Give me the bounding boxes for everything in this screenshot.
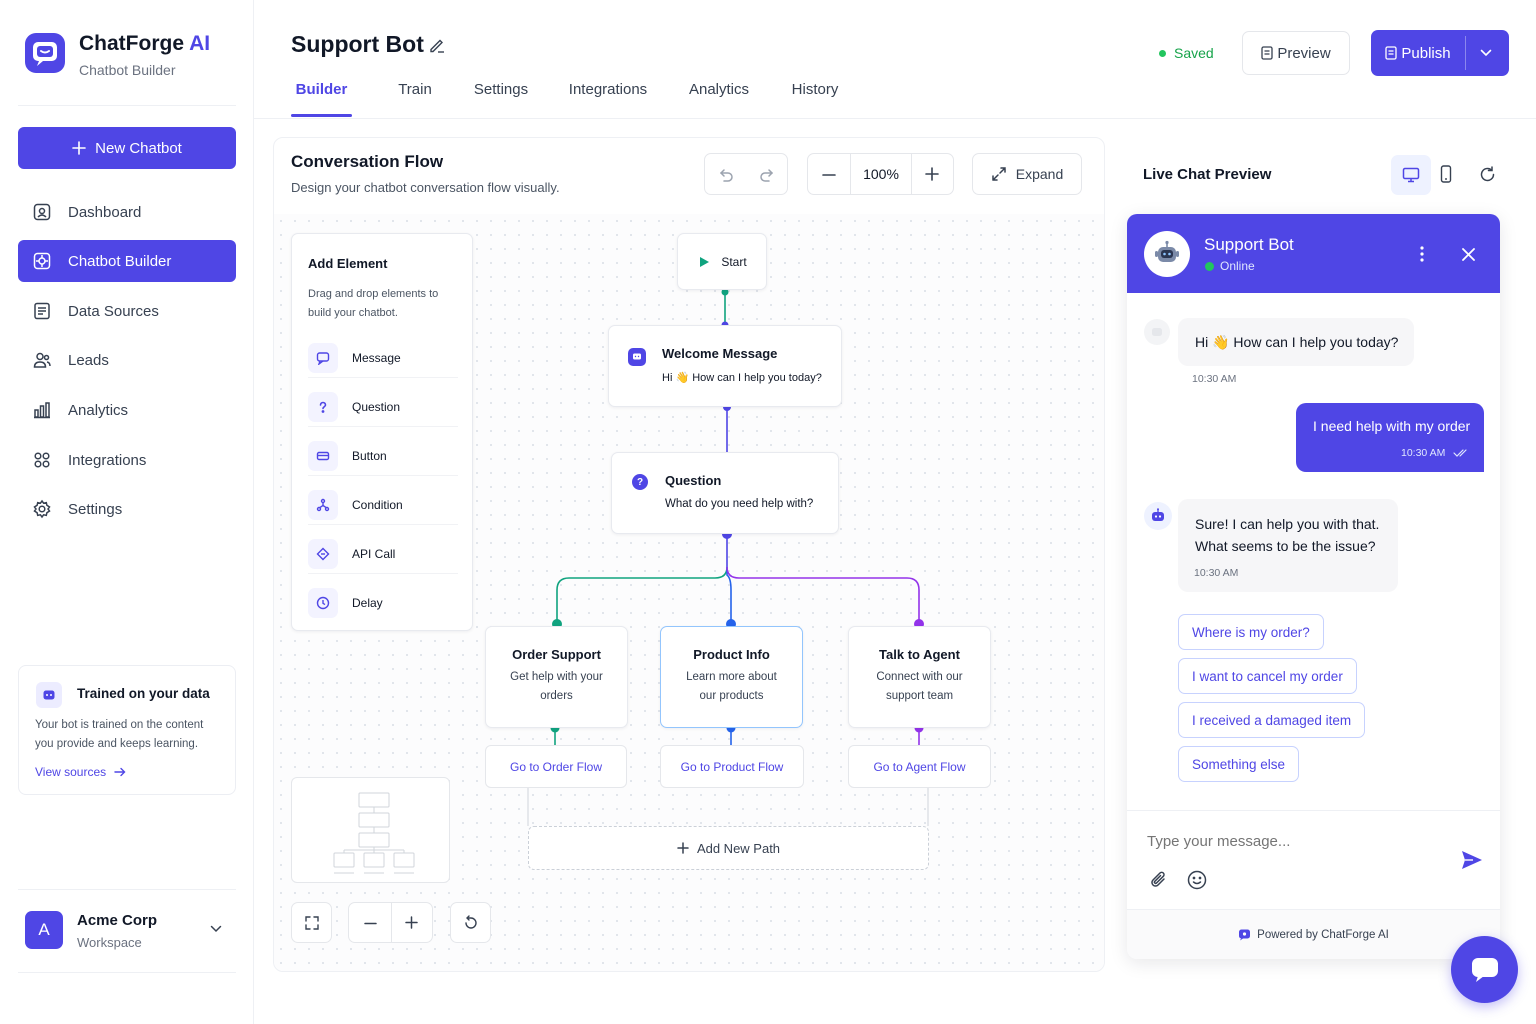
- minimap[interactable]: [291, 777, 450, 883]
- play-icon: [697, 255, 711, 269]
- go-to-product-flow-button[interactable]: Go to Product Flow: [660, 745, 804, 788]
- chat-widget: Support Bot Online Hi 👋 How can I help y…: [1127, 214, 1500, 959]
- element-condition[interactable]: Condition: [308, 485, 458, 525]
- chat-bubble-icon: [1470, 956, 1500, 984]
- online-dot: [1205, 261, 1214, 271]
- reset-view-button[interactable]: [450, 902, 491, 943]
- send-icon[interactable]: [1461, 850, 1483, 870]
- bot-message: Hi 👋 How can I help you today?: [1178, 318, 1414, 366]
- quick-reply[interactable]: I received a damaged item: [1178, 702, 1366, 738]
- zoom-in-icon[interactable]: [404, 915, 419, 930]
- node-title: Product Info: [693, 647, 770, 662]
- start-node[interactable]: Start: [677, 233, 767, 290]
- message-icon: [308, 342, 338, 373]
- element-question[interactable]: Question: [308, 387, 458, 427]
- close-icon[interactable]: [1461, 247, 1476, 262]
- desktop-icon: [1402, 167, 1420, 183]
- refresh-preview-button[interactable]: [1479, 166, 1496, 183]
- node-text: Connect with our support team: [876, 671, 963, 702]
- add-element-title: Add Element: [308, 256, 388, 271]
- branch-node-agent[interactable]: Talk to Agent Connect with our support t…: [848, 626, 991, 728]
- mobile-view-button[interactable]: [1440, 165, 1452, 183]
- quick-reply[interactable]: I want to cancel my order: [1178, 658, 1357, 694]
- refresh-icon: [1479, 166, 1496, 183]
- bot-status: Online: [1205, 259, 1255, 273]
- bot-message: Sure! I can help you with that. What see…: [1178, 499, 1398, 592]
- user-message: I need help with my order 10:30 AM: [1296, 403, 1484, 472]
- quick-reply[interactable]: Something else: [1178, 746, 1300, 782]
- refresh-icon: [463, 914, 479, 931]
- button-icon: [308, 440, 338, 471]
- bot-avatar-small: [1144, 502, 1172, 530]
- element-message[interactable]: Message: [308, 338, 458, 378]
- node-title: Question: [665, 473, 722, 488]
- branch-node-product[interactable]: Product Info Learn more about our produc…: [660, 626, 803, 728]
- node-text: What do you need help with?: [665, 498, 814, 510]
- node-title: Talk to Agent: [879, 647, 960, 662]
- attachment-icon[interactable]: [1150, 870, 1168, 890]
- go-to-agent-flow-button[interactable]: Go to Agent Flow: [848, 745, 991, 788]
- question-node[interactable]: ? Question What do you need help with?: [611, 452, 839, 534]
- node-title: Welcome Message: [662, 346, 778, 361]
- condition-icon: [308, 489, 338, 520]
- canvas-zoom-control: [348, 902, 433, 943]
- message-icon: [628, 348, 646, 366]
- chat-header: Support Bot Online: [1127, 214, 1500, 293]
- fullscreen-icon: [304, 915, 320, 931]
- double-check-icon: [1453, 448, 1469, 458]
- go-to-order-flow-button[interactable]: Go to Order Flow: [485, 745, 627, 788]
- message-time: 10:30 AM: [1192, 373, 1237, 385]
- node-text: Hi 👋 How can I help you today?: [662, 372, 822, 384]
- mobile-icon: [1440, 165, 1452, 183]
- bot-name: Support Bot: [1204, 235, 1294, 254]
- clock-icon: [308, 588, 338, 618]
- message-time: 10:30 AM: [1194, 567, 1239, 579]
- chatforge-logo-icon: [1238, 928, 1251, 941]
- more-vertical-icon[interactable]: [1419, 245, 1425, 263]
- question-icon: ?: [632, 474, 648, 490]
- emoji-icon[interactable]: [1187, 870, 1207, 890]
- message-time: 10:30 AM: [1401, 447, 1446, 459]
- question-icon: [308, 391, 338, 422]
- chat-input[interactable]: [1147, 826, 1447, 856]
- fit-view-button[interactable]: [291, 902, 332, 943]
- add-element-panel: Add Element Drag and drop elements to bu…: [291, 233, 473, 631]
- element-button[interactable]: Button: [308, 436, 458, 476]
- bot-avatar: [1144, 231, 1190, 277]
- branch-node-order[interactable]: Order Support Get help with your orders: [485, 626, 628, 728]
- bot-avatar-small: [1144, 319, 1170, 345]
- live-preview-title: Live Chat Preview: [1143, 166, 1272, 183]
- powered-by: Powered by ChatForge AI: [1127, 910, 1500, 959]
- element-delay[interactable]: Delay: [308, 583, 458, 623]
- node-title: Order Support: [512, 647, 601, 662]
- welcome-node[interactable]: Welcome Message Hi 👋 How can I help you …: [608, 325, 842, 407]
- element-api-call[interactable]: API Call: [308, 534, 458, 574]
- plus-icon: [677, 842, 689, 854]
- desktop-view-button[interactable]: [1391, 155, 1431, 195]
- chat-launcher-button[interactable]: [1451, 936, 1518, 1003]
- add-new-path-button[interactable]: Add New Path: [528, 826, 929, 870]
- quick-reply[interactable]: Where is my order?: [1178, 614, 1324, 650]
- add-element-subtitle: Drag and drop elements to build your cha…: [308, 288, 439, 319]
- node-text: Learn more about our products: [686, 671, 777, 702]
- zoom-out-icon[interactable]: [363, 916, 378, 931]
- api-icon: [308, 538, 338, 569]
- node-text: Get help with your orders: [510, 671, 603, 702]
